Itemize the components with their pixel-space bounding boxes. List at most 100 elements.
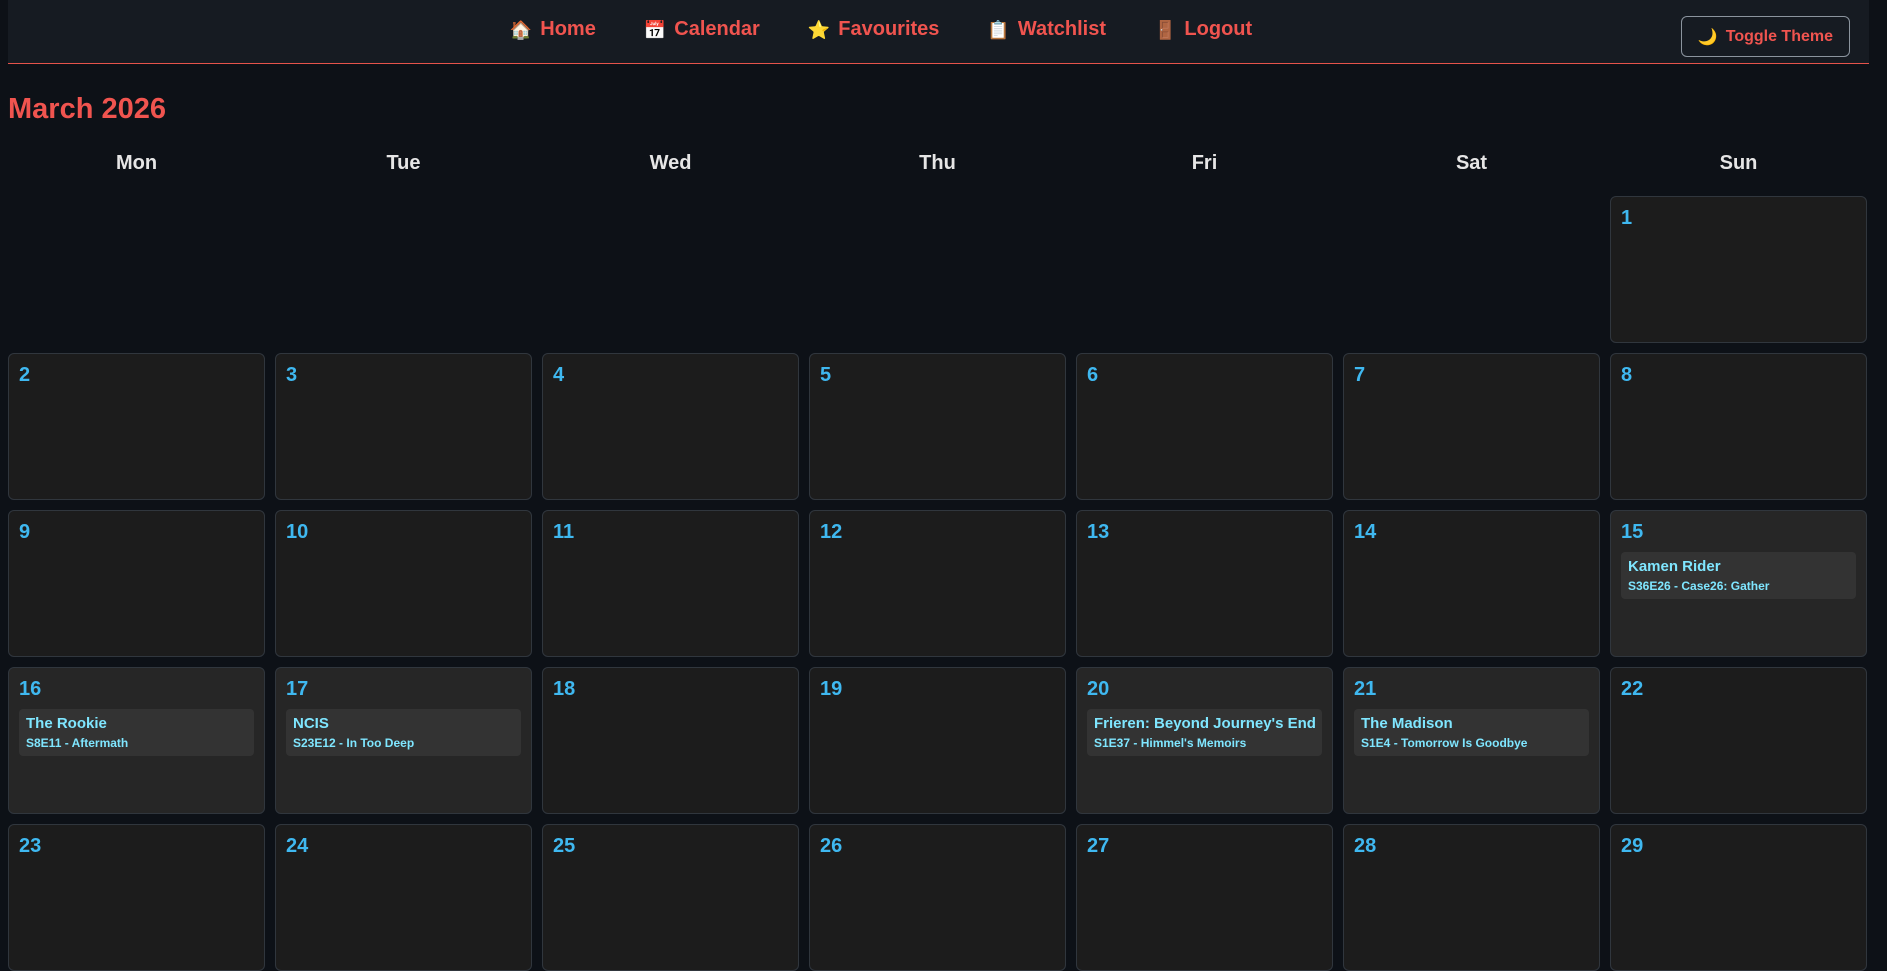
event-show-title: The Madison (1361, 715, 1453, 732)
day-number: 28 (1354, 835, 1377, 857)
day-cell[interactable]: 17 NCIS S23E12 - In Too Deep (275, 667, 532, 814)
day-number: 3 (286, 364, 298, 386)
day-cell[interactable]: 13 (1076, 510, 1333, 657)
day-cell[interactable]: 7 (1343, 353, 1600, 500)
day-number: 17 (286, 678, 309, 700)
nav-home-link[interactable]: 🏠 Home (510, 18, 596, 41)
day-cell[interactable]: 14 (1343, 510, 1600, 657)
nav-calendar-link[interactable]: 📅 Calendar (644, 18, 760, 41)
day-cell[interactable]: 8 (1610, 353, 1867, 500)
day-cell[interactable]: 16 The Rookie S8E11 - Aftermath (8, 667, 265, 814)
day-cell[interactable]: 26 (809, 824, 1066, 971)
day-number: 21 (1354, 678, 1377, 700)
weekday-wed: Wed (649, 152, 692, 174)
day-cell[interactable]: 15 Kamen Rider S36E26 - Case26: Gather (1610, 510, 1867, 657)
day-cell[interactable]: 19 (809, 667, 1066, 814)
event-episode-info: S23E12 - In Too Deep (293, 736, 415, 750)
empty-day-cell (542, 196, 799, 343)
day-cell[interactable]: 23 (8, 824, 265, 971)
event-show-title: The Rookie (26, 715, 107, 732)
nav-links: 🏠 Home 📅 Calendar ⭐ Favourites 📋 Watchli… (8, 18, 1869, 41)
event-episode-info: S8E11 - Aftermath (26, 736, 129, 750)
calendar-grid: 1 2 3 4 5 6 7 8 9 10 11 12 13 14 15 Kamen Rider S36E26 -… (8, 196, 1869, 971)
day-number: 22 (1621, 678, 1644, 700)
day-cell[interactable]: 2 (8, 353, 265, 500)
day-number: 4 (553, 364, 565, 386)
empty-day-cell (8, 196, 265, 343)
moon-icon: 🌙 (1697, 28, 1718, 46)
day-cell[interactable]: 21 The Madison S1E4 - Tomorrow Is Goodbye (1343, 667, 1600, 814)
day-cell[interactable]: 18 (542, 667, 799, 814)
event-show-title: Kamen Rider (1628, 558, 1721, 575)
weekday-tue: Tue (386, 152, 421, 174)
event-episode-info: S36E26 - Case26: Gather (1628, 579, 1770, 593)
day-cell[interactable]: 10 (275, 510, 532, 657)
event-show-title: NCIS (293, 715, 329, 732)
house-icon: 🏠 (509, 19, 533, 40)
day-cell[interactable]: 11 (542, 510, 799, 657)
event-episode-info: S1E37 - Himmel's Memoirs (1094, 736, 1247, 750)
day-cell[interactable]: 27 (1076, 824, 1333, 971)
day-cell[interactable]: 12 (809, 510, 1066, 657)
empty-day-cell (1343, 196, 1600, 343)
nav-logout-link[interactable]: 🚪 Logout (1154, 18, 1252, 41)
star-icon: ⭐ (807, 19, 831, 40)
day-cell[interactable]: 29 (1610, 824, 1867, 971)
day-number: 10 (286, 521, 309, 543)
day-number: 20 (1087, 678, 1110, 700)
day-cell[interactable]: 4 (542, 353, 799, 500)
day-cell[interactable]: 1 (1610, 196, 1867, 343)
day-number: 12 (820, 521, 843, 543)
day-number: 14 (1354, 521, 1377, 543)
day-number: 24 (286, 835, 309, 857)
empty-day-cell (1076, 196, 1333, 343)
day-cell[interactable]: 28 (1343, 824, 1600, 971)
day-cell[interactable]: 20 Frieren: Beyond Journey's End S1E37 - H… (1076, 667, 1333, 814)
day-number: 23 (19, 835, 42, 857)
day-number: 18 (553, 678, 576, 700)
nav-favourites-link[interactable]: ⭐ Favourites (808, 18, 940, 41)
day-number: 2 (19, 364, 31, 386)
weekday-mon: Mon (115, 152, 158, 174)
day-cell[interactable]: 3 (275, 353, 532, 500)
weekday-sat: Sat (1455, 152, 1488, 174)
day-number: 25 (553, 835, 576, 857)
day-number: 19 (820, 678, 843, 700)
day-number: 5 (820, 364, 832, 386)
day-number: 27 (1087, 835, 1110, 857)
calendar-icon: 📅 (643, 19, 667, 40)
episode-event[interactable]: The Rookie S8E11 - Aftermath (19, 709, 254, 756)
nav-watchlist-link[interactable]: 📋 Watchlist (987, 18, 1106, 41)
day-number: 6 (1087, 364, 1099, 386)
weekday-sun: Sun (1719, 152, 1758, 174)
day-cell[interactable]: 9 (8, 510, 265, 657)
episode-event[interactable]: Frieren: Beyond Journey's End S1E37 - Him… (1087, 709, 1322, 756)
weekday-thu: Thu (919, 152, 956, 174)
toggle-theme-button[interactable]: 🌙 Toggle Theme (1680, 16, 1850, 57)
toggle-theme-label: Toggle Theme (1725, 27, 1833, 45)
door-icon: 🚪 (1154, 19, 1177, 40)
day-number: 9 (19, 521, 31, 543)
day-cell[interactable]: 6 (1076, 353, 1333, 500)
weekday-header: Mon Tue Wed Thu Fri Sat Sun (8, 152, 1869, 175)
day-number: 29 (1621, 835, 1644, 857)
day-cell[interactable]: 5 (809, 353, 1066, 500)
episode-event[interactable]: NCIS S23E12 - In Too Deep (286, 709, 521, 756)
day-number: 7 (1354, 364, 1366, 386)
episode-event[interactable]: Kamen Rider S36E26 - Case26: Gather (1621, 552, 1856, 599)
nav-logout-label: Logout (1184, 18, 1253, 40)
nav-watchlist-label: Watchlist (1017, 18, 1106, 40)
day-number: 15 (1621, 521, 1644, 543)
episode-event[interactable]: The Madison S1E4 - Tomorrow Is Goodbye (1354, 709, 1589, 756)
day-number: 1 (1621, 207, 1633, 229)
weekday-fri: Fri (1191, 152, 1218, 174)
navbar: 🏠 Home 📅 Calendar ⭐ Favourites 📋 Watchli… (8, 0, 1869, 64)
day-cell[interactable]: 22 (1610, 667, 1867, 814)
day-cell[interactable]: 24 (275, 824, 532, 971)
day-number: 8 (1621, 364, 1633, 386)
month-title: March 2026 (8, 93, 166, 125)
event-episode-info: S1E4 - Tomorrow Is Goodbye (1361, 736, 1528, 750)
empty-day-cell (275, 196, 532, 343)
nav-home-label: Home (540, 18, 596, 40)
day-cell[interactable]: 25 (542, 824, 799, 971)
